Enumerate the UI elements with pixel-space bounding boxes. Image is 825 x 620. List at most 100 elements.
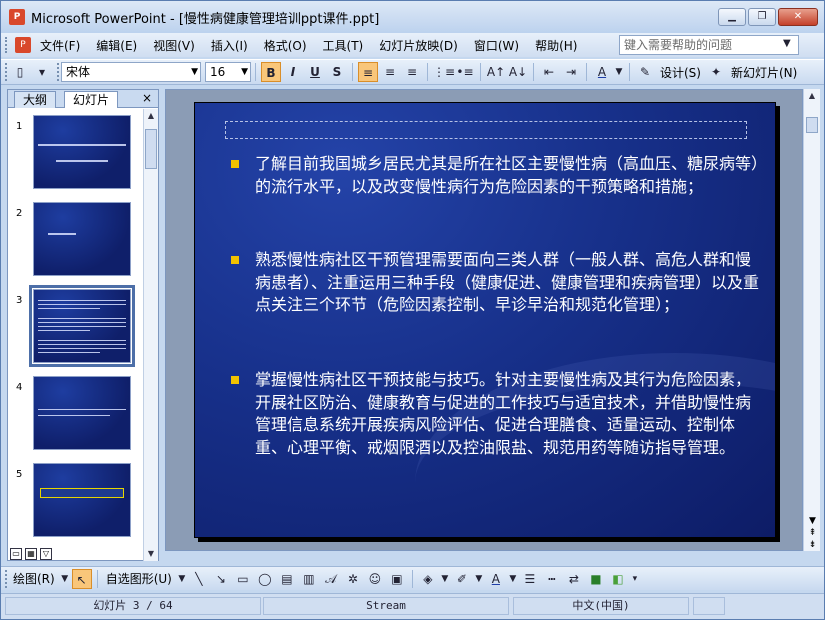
- line-style-icon[interactable]: ☰: [520, 569, 540, 589]
- align-right-icon[interactable]: ≡: [402, 62, 422, 82]
- slides-panel: 大纲 幻灯片 × 1 2 3 4 5 ▲ ▼: [7, 89, 159, 561]
- toolbar-separator: [586, 63, 587, 81]
- shadow-style-icon[interactable]: ■: [586, 569, 606, 589]
- current-slide[interactable]: 了解目前我国城乡居民尤其是所在社区主要慢性病（高血压、糖尿病等）的流行水平，以及…: [194, 102, 776, 538]
- align-left-icon[interactable]: ≡: [358, 62, 378, 82]
- menu-insert[interactable]: 插入(I): [204, 37, 255, 54]
- chevron-down-icon[interactable]: ▼: [474, 569, 484, 589]
- rectangle-icon[interactable]: ▭: [233, 569, 253, 589]
- status-bar: 幻灯片 3 / 64 Stream 中文(中国): [1, 593, 824, 619]
- font-color-icon[interactable]: A: [486, 569, 506, 589]
- bullet-list-icon[interactable]: •≡: [455, 62, 475, 82]
- menu-window[interactable]: 窗口(W): [467, 37, 526, 54]
- slide-thumbnail-5[interactable]: [33, 463, 131, 537]
- powerpoint-icon[interactable]: P: [9, 9, 25, 25]
- toolbar-grip-handle[interactable]: [5, 63, 9, 81]
- italic-button[interactable]: I: [283, 62, 303, 82]
- close-button[interactable]: ✕: [778, 8, 818, 26]
- arrow-icon[interactable]: ↘: [211, 569, 231, 589]
- menu-view[interactable]: 视图(V): [146, 37, 202, 54]
- design-button[interactable]: 设计(S): [656, 64, 705, 81]
- scroll-down-icon[interactable]: ▼: [809, 515, 816, 527]
- menu-tools[interactable]: 工具(T): [316, 37, 371, 54]
- thumbnail-scrollbar[interactable]: ▲ ▼: [143, 109, 158, 561]
- scrollbar-thumb[interactable]: [806, 117, 818, 133]
- line-icon[interactable]: ╲: [189, 569, 209, 589]
- vertical-textbox-icon[interactable]: ▥: [299, 569, 319, 589]
- underline-button[interactable]: U: [305, 62, 325, 82]
- fill-color-icon[interactable]: ◈: [418, 569, 438, 589]
- slide-scrollbar[interactable]: ▲ ▼ ⇞ ⇟: [803, 89, 820, 551]
- line-color-icon[interactable]: ✐: [452, 569, 472, 589]
- bullet-1-text: 了解目前我国城乡居民尤其是所在社区主要慢性病（高血压、糖尿病等）的流行水平，以及…: [255, 154, 760, 196]
- shadow-button[interactable]: S: [327, 62, 347, 82]
- draw-menu-button[interactable]: 绘图(R): [9, 570, 59, 587]
- menu-file[interactable]: 文件(F): [33, 37, 87, 54]
- new-document-icon[interactable]: ▯: [10, 62, 30, 82]
- font-name-select[interactable]: 宋体 ▼: [61, 62, 201, 82]
- align-center-icon[interactable]: ≡: [380, 62, 400, 82]
- picture-icon[interactable]: ▣: [387, 569, 407, 589]
- autoshapes-button[interactable]: 自选图形(U): [102, 570, 176, 587]
- chevron-down-icon[interactable]: ▼: [783, 35, 791, 53]
- menu-help[interactable]: 帮助(H): [528, 37, 584, 54]
- chevron-down-icon[interactable]: ▼: [508, 569, 518, 589]
- menu-grip-handle[interactable]: [5, 37, 9, 53]
- scroll-up-icon[interactable]: ▲: [804, 89, 820, 103]
- font-size-select[interactable]: 16 ▼: [205, 62, 251, 82]
- normal-view-icon[interactable]: ▭: [10, 548, 22, 560]
- slide-thumbnail-1[interactable]: [33, 115, 131, 189]
- scroll-up-icon[interactable]: ▲: [144, 109, 158, 123]
- slide-thumbnail-3[interactable]: [29, 285, 135, 367]
- toolbar-options-icon[interactable]: ▾: [630, 569, 640, 589]
- textbox-icon[interactable]: ▤: [277, 569, 297, 589]
- chevron-down-icon[interactable]: ▼: [177, 569, 187, 589]
- powerpoint-window: P Microsoft PowerPoint - [慢性病健康管理培训ppt课件…: [0, 0, 825, 620]
- status-empty-cell: [693, 597, 725, 615]
- slide-sorter-icon[interactable]: ▦: [25, 548, 37, 560]
- new-slide-button[interactable]: 新幻灯片(N): [727, 64, 801, 81]
- oval-icon[interactable]: ◯: [255, 569, 275, 589]
- font-color-icon[interactable]: A: [592, 62, 612, 82]
- diagram-icon[interactable]: ✲: [343, 569, 363, 589]
- toolbar-options-icon[interactable]: ▾: [32, 62, 52, 82]
- restore-button[interactable]: ❐: [748, 8, 776, 26]
- toolbar-separator: [352, 63, 353, 81]
- dash-style-icon[interactable]: ┅: [542, 569, 562, 589]
- wordart-icon[interactable]: 𝒜: [321, 569, 341, 589]
- help-search-input[interactable]: 键入需要帮助的问题: [619, 35, 799, 55]
- close-icon[interactable]: ×: [142, 90, 152, 107]
- document-icon[interactable]: P: [15, 37, 31, 53]
- 3d-style-icon[interactable]: ◧: [608, 569, 628, 589]
- thumb-text-line: [38, 330, 90, 331]
- decrease-indent-icon[interactable]: ⇤: [539, 62, 559, 82]
- menu-edit[interactable]: 编辑(E): [89, 37, 144, 54]
- thumb-text-line: [56, 160, 108, 162]
- title-placeholder[interactable]: [225, 121, 747, 139]
- minimize-button[interactable]: ▁: [718, 8, 746, 26]
- numbered-list-icon[interactable]: ⋮≡: [433, 62, 455, 82]
- menu-slideshow[interactable]: 幻灯片放映(D): [372, 37, 465, 54]
- bullet-2[interactable]: 熟悉慢性病社区干预管理需要面向三类人群（一般人群、高危人群和慢病患者）、注重运用…: [231, 249, 761, 317]
- tab-slides[interactable]: 幻灯片: [64, 91, 119, 108]
- arrow-style-icon[interactable]: ⇄: [564, 569, 584, 589]
- slideshow-view-icon[interactable]: ▽: [40, 548, 52, 560]
- chevron-down-icon[interactable]: ▼: [440, 569, 450, 589]
- slide-thumbnail-4[interactable]: [33, 376, 131, 450]
- tab-outline[interactable]: 大纲: [14, 91, 57, 108]
- increase-indent-icon[interactable]: ⇥: [561, 62, 581, 82]
- chevron-down-icon[interactable]: ▼: [614, 62, 624, 82]
- chevron-down-icon[interactable]: ▼: [60, 569, 70, 589]
- clipart-icon[interactable]: ☺: [365, 569, 385, 589]
- increase-font-icon[interactable]: A↑: [486, 62, 506, 82]
- decrease-font-icon[interactable]: A↓: [508, 62, 528, 82]
- bold-button[interactable]: B: [261, 62, 281, 82]
- bullet-3[interactable]: 掌握慢性病社区干预技能与技巧。针对主要慢性病及其行为危险因素，开展社区防治、健康…: [231, 369, 761, 459]
- next-slide-icon[interactable]: ⇟: [809, 539, 817, 551]
- slide-thumbnail-2[interactable]: [33, 202, 131, 276]
- select-pointer-icon[interactable]: ↖: [71, 568, 92, 589]
- bullet-1[interactable]: 了解目前我国城乡居民尤其是所在社区主要慢性病（高血压、糖尿病等）的流行水平，以及…: [231, 153, 761, 198]
- menu-format[interactable]: 格式(O): [257, 37, 314, 54]
- scrollbar-thumb[interactable]: [145, 129, 157, 169]
- previous-slide-icon[interactable]: ⇞: [809, 527, 817, 539]
